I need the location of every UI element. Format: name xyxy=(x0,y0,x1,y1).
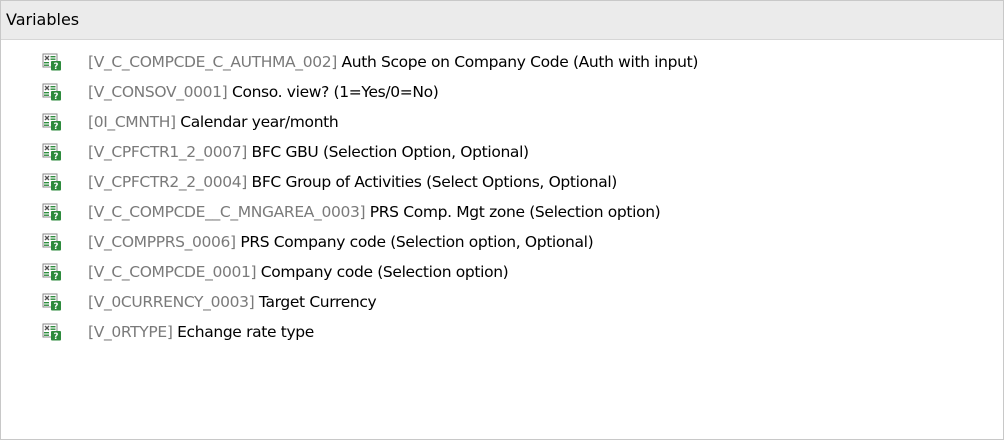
variable-icon: ? xyxy=(42,233,62,251)
variable-technical-name: [0I_CMNTH] xyxy=(88,113,176,131)
variable-technical-name: [V_C_COMPCDE_0001] xyxy=(88,263,257,281)
variable-icon: ? xyxy=(42,203,62,221)
variable-technical-name: [V_C_COMPCDE_C_AUTHMA_002] xyxy=(88,53,337,71)
svg-text:?: ? xyxy=(54,242,59,251)
variable-icon: ? xyxy=(42,83,62,101)
variable-description: Calendar year/month xyxy=(180,113,339,131)
variable-description: PRS Company code (Selection option, Opti… xyxy=(240,233,594,251)
panel-header: Variables xyxy=(1,1,1003,40)
svg-text:?: ? xyxy=(54,92,59,101)
variable-description: PRS Comp. Mgt zone (Selection option) xyxy=(369,203,661,221)
variable-description: Company code (Selection option) xyxy=(260,263,509,281)
variable-icon: ? xyxy=(42,143,62,161)
svg-text:?: ? xyxy=(54,272,59,281)
variable-icon: ? xyxy=(42,53,62,71)
svg-text:?: ? xyxy=(54,302,59,311)
variable-technical-name: [V_CONSOV_0001] xyxy=(88,83,228,101)
variable-description: Target Currency xyxy=(258,293,377,311)
svg-text:?: ? xyxy=(54,152,59,161)
variable-technical-name: [V_0RTYPE] xyxy=(88,323,173,341)
svg-text:?: ? xyxy=(54,212,59,221)
variable-technical-name: [V_COMPPRS_0006] xyxy=(88,233,236,251)
variable-icon: ? xyxy=(42,173,62,191)
svg-text:?: ? xyxy=(54,182,59,191)
variable-icon: ? xyxy=(42,263,62,281)
svg-text:?: ? xyxy=(54,332,59,341)
svg-text:?: ? xyxy=(54,62,59,71)
variable-technical-name: [V_C_COMPCDE__C_MNGAREA_0003] xyxy=(88,203,366,221)
variable-description: BFC GBU (Selection Option, Optional) xyxy=(251,143,530,161)
variable-description: Auth Scope on Company Code (Auth with in… xyxy=(341,53,699,71)
variable-description: Echange rate type xyxy=(177,323,314,341)
variable-icon: ? xyxy=(42,113,62,131)
variable-description: Conso. view? (1=Yes/0=No) xyxy=(231,83,439,101)
variable-technical-name: [V_0CURRENCY_0003] xyxy=(88,293,255,311)
variable-technical-name: [V_CPFCTR1_2_0007] xyxy=(88,143,247,161)
variable-icon: ? xyxy=(42,323,62,341)
svg-text:?: ? xyxy=(54,122,59,131)
variable-icon: ? xyxy=(42,293,62,311)
variable-technical-name: [V_CPFCTR2_2_0004] xyxy=(88,173,247,191)
variables-panel: Variables ? [V_C_COMPCDE_C_AUTHMA_002] A… xyxy=(0,0,1004,440)
variable-description: BFC Group of Activities (Select Options,… xyxy=(251,173,618,191)
